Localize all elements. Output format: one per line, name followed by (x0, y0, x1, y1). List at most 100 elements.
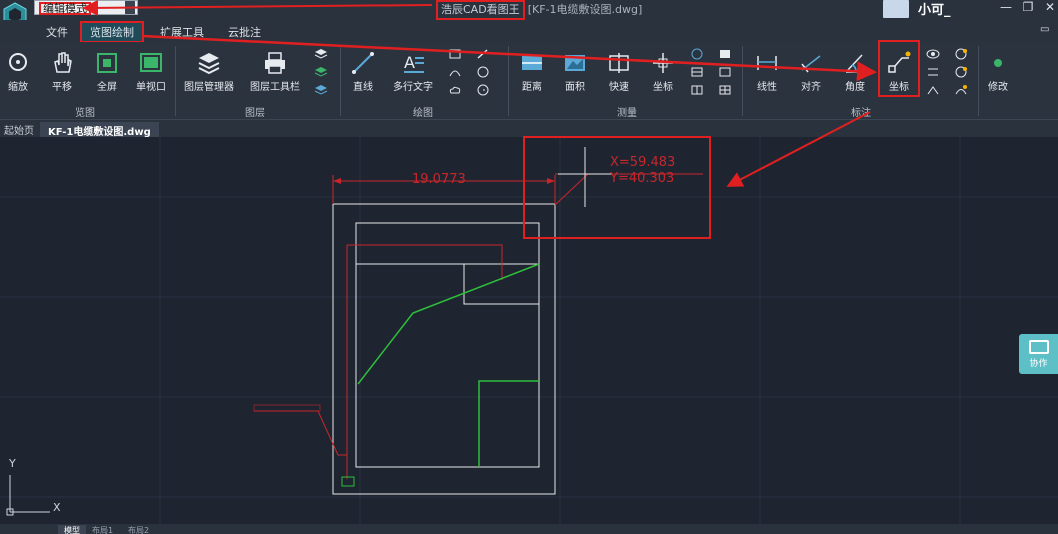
layer-toolbar-label: 图层工具栏 (250, 82, 300, 93)
mtext-button[interactable]: A 多行文字 (388, 50, 438, 93)
grid-measure-icon[interactable] (690, 66, 704, 78)
cloud-icon[interactable] (448, 84, 462, 96)
aligned-dim-button[interactable]: 对齐 (794, 50, 828, 93)
radius-icon[interactable] (690, 48, 704, 60)
inner-frame[interactable] (355, 222, 540, 468)
area-label: 面积 (565, 82, 585, 93)
group-separator (508, 46, 509, 116)
tab-cloud-annotate[interactable]: 云批注 (228, 24, 261, 40)
svg-text:A: A (404, 53, 415, 72)
minimize-button[interactable]: — (996, 0, 1016, 14)
distance-label: 距离 (522, 82, 542, 93)
text-icon: A (404, 53, 424, 73)
menu-bar (0, 20, 1058, 42)
area-button[interactable]: 面积 (558, 50, 592, 93)
fullscreen-button[interactable]: 全屏 (92, 50, 122, 93)
collaborate-button[interactable]: 协作 (1019, 334, 1058, 374)
linear-dim-button[interactable]: 线性 (748, 50, 786, 93)
tab-extend-tools[interactable]: 扩展工具 (160, 24, 204, 40)
chevron-down-icon[interactable] (125, 1, 135, 14)
layer-manager-button[interactable]: 图层管理器 (180, 50, 238, 93)
group-label-annotate: 标注 (851, 108, 871, 119)
distance-button[interactable]: 距离 (515, 50, 549, 93)
group-separator (742, 46, 743, 116)
drawing-canvas[interactable]: 19.0773 X=59.483 Y=40.303 Y X (0, 136, 1058, 524)
rectangle-icon[interactable] (448, 48, 462, 60)
zoom-button[interactable]: 缩放 (4, 50, 32, 93)
export-icon[interactable] (718, 84, 732, 96)
circle-icon[interactable] (476, 66, 490, 78)
tab-layout-2[interactable]: 布局2 (128, 525, 149, 534)
outer-frame[interactable] (332, 203, 556, 495)
table-measure-icon[interactable] (690, 84, 704, 96)
cable-green[interactable] (357, 263, 540, 385)
leader-label-block[interactable] (253, 404, 321, 412)
sum-icon[interactable] (718, 48, 732, 60)
avatar[interactable] (883, 0, 909, 18)
group-separator (978, 46, 979, 116)
diameter-icon[interactable] (954, 48, 968, 60)
linear-dim-icon (757, 56, 777, 70)
mode-select[interactable]: 编辑模式 (34, 0, 138, 15)
area-icon (565, 55, 585, 71)
hand-icon (54, 52, 72, 73)
layer-toolbar-button[interactable]: 图层工具栏 (246, 50, 304, 93)
coordinate-measure-button[interactable]: 坐标 (646, 50, 680, 93)
fullscreen-label: 全屏 (97, 82, 117, 93)
mtext-label: 多行文字 (393, 82, 433, 93)
angle-dim-icon (845, 54, 864, 73)
arrow-left-icon (333, 178, 341, 184)
angle-dim-label: 角度 (845, 82, 865, 93)
quick-measure-button[interactable]: 快速 (602, 50, 636, 93)
user-name[interactable]: 小可_ (918, 0, 951, 18)
eye-icon[interactable] (926, 48, 940, 60)
collaborate-label: 协作 (1029, 359, 1048, 369)
layer-on-icon[interactable] (314, 66, 328, 78)
cad-viewer-window: 编辑模式 浩辰CAD看图王 [KF-1电缆敷设图.dwg] 小可_ — ❐ ✕ 文… (0, 0, 1058, 534)
single-viewport-button[interactable]: 单视口 (132, 50, 170, 93)
layer-small-icon[interactable] (314, 48, 328, 60)
list-icon[interactable] (718, 66, 732, 78)
layer-off-icon[interactable] (314, 84, 328, 96)
radius-dim-icon[interactable] (954, 66, 968, 78)
restore-button[interactable]: ❐ (1018, 0, 1038, 14)
pan-label: 平移 (52, 82, 72, 93)
layer-manager-label: 图层管理器 (184, 82, 234, 93)
cable-route[interactable] (347, 244, 503, 280)
ribbon-collapse-button[interactable]: ▭ (1040, 24, 1049, 35)
fullscreen-icon (97, 53, 117, 73)
angle-dim-button[interactable]: 角度 (838, 50, 872, 93)
align-icon[interactable] (926, 66, 940, 78)
tab-start-page[interactable]: 起始页 (4, 122, 34, 137)
app-name: 浩辰CAD看图王 (436, 0, 525, 20)
printer-icon (265, 52, 285, 74)
coordinate-measure-icon (653, 53, 673, 73)
tab-file[interactable]: 文件 (46, 24, 68, 40)
ucs-y-label: Y (9, 457, 16, 470)
line-button[interactable]: 直线 (348, 50, 378, 93)
viewport-icon (140, 53, 162, 72)
group-separator (175, 46, 176, 116)
coordinate-dim-button[interactable]: 坐标 (878, 40, 920, 97)
layout-bar (0, 524, 1058, 534)
tab-view-draw[interactable]: 览图绘制 (80, 21, 144, 43)
ucs-x-label: X (53, 501, 61, 514)
modify-button[interactable]: 修改 (983, 50, 1013, 93)
close-button[interactable]: ✕ (1040, 0, 1058, 14)
tab-model[interactable]: 模型 (58, 525, 86, 534)
pencil-icon[interactable] (476, 48, 490, 60)
arc-icon[interactable] (448, 66, 462, 78)
layers-icon (198, 53, 220, 75)
chat-icon (1028, 340, 1049, 354)
pan-button[interactable]: 平移 (46, 50, 78, 93)
tab-layout-1[interactable]: 布局1 (92, 525, 113, 534)
modify-icon (994, 59, 1002, 67)
clock-icon[interactable] (476, 84, 490, 96)
leader-icon[interactable] (926, 84, 940, 96)
coordinate-dim-label: 坐标 (889, 82, 909, 93)
coordinate-measure-label: 坐标 (653, 82, 673, 93)
arc-length-icon[interactable] (954, 84, 968, 96)
window-title: 浩辰CAD看图王 [KF-1电缆敷设图.dwg] (436, 0, 642, 20)
cable-terminal[interactable] (341, 476, 355, 487)
cable-green[interactable] (478, 380, 539, 467)
